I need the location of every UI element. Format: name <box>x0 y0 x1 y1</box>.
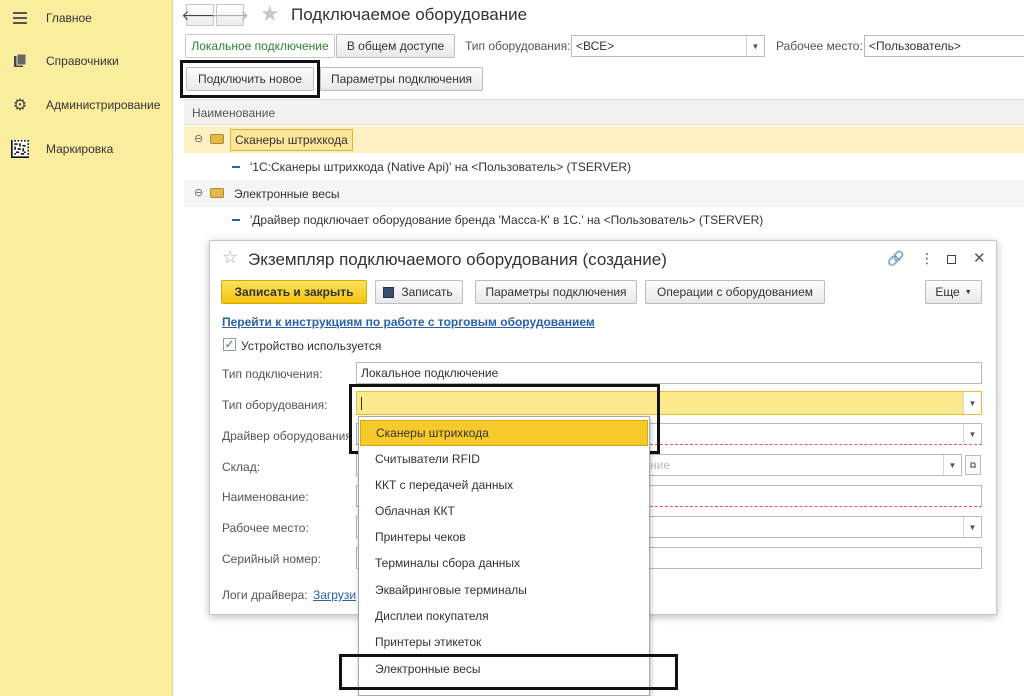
device-used-label: Устройство используется <box>241 339 382 353</box>
text-cursor <box>361 396 362 410</box>
chevron-down-icon[interactable]: ▼ <box>963 517 981 537</box>
connection-type-value: Локальное подключение <box>361 366 499 380</box>
dropdown-option[interactable]: Эквайринговые терминалы <box>360 577 648 603</box>
driver-logs-link[interactable]: Загрузи <box>313 588 356 602</box>
connection-type-label: Тип подключения: <box>222 367 323 381</box>
close-icon[interactable]: ✕ <box>973 249 986 267</box>
more-vertical-icon[interactable]: ⋮ <box>920 250 934 267</box>
dropdown-option[interactable]: Облачная ККТ <box>360 498 648 524</box>
equipment-type-filter[interactable]: <ВСЕ> ▼ <box>571 35 765 57</box>
dropdown-option[interactable]: Дисплеи покупателя <box>360 603 648 629</box>
list-item[interactable]: 'Драйвер подключает оборудование бренда … <box>184 207 1024 233</box>
sidebar-item-label: Маркировка <box>46 142 114 156</box>
connect-new-button[interactable]: Подключить новое <box>186 67 314 91</box>
floppy-icon <box>383 287 394 298</box>
sidebar-item-label: Главное <box>46 11 92 25</box>
equipment-type-filter-value: <ВСЕ> <box>576 39 615 53</box>
list-item[interactable]: '1С:Сканеры штрихкода (Native Api)' на <… <box>184 154 1024 180</box>
tab-local-connection[interactable]: Локальное подключение <box>185 34 335 58</box>
group-name: Электронные весы <box>234 187 340 201</box>
link-icon[interactable]: 🔗 <box>887 250 904 267</box>
tab-shared[interactable]: В общем доступе <box>336 34 455 58</box>
dropdown-option[interactable]: Принтеры этикеток <box>360 629 648 655</box>
dropdown-option[interactable]: Считыватели RFID <box>360 446 648 472</box>
page-title: Подключаемое оборудование <box>291 5 528 24</box>
sidebar-item-administration[interactable]: ⚙ Администрирование <box>0 91 173 119</box>
workplace-filter[interactable]: <Пользователь> <box>864 35 1024 57</box>
collapse-icon[interactable]: ⊖ <box>194 132 203 145</box>
dropdown-option[interactable]: Сканеры штрихкода <box>360 420 648 446</box>
maximize-icon[interactable] <box>947 255 956 264</box>
dropdown-option[interactable]: Электронные весы <box>360 656 648 682</box>
equipment-type-field-label: Тип оборудования: <box>222 398 328 412</box>
favorite-star-outline-icon[interactable]: ☆ <box>222 247 238 268</box>
connection-params-button[interactable]: Параметры подключения <box>320 67 483 91</box>
list-group-row[interactable]: ⊖ Электронные весы <box>184 180 1024 207</box>
save-button-label: Записать <box>401 285 453 299</box>
open-icon[interactable]: ⧉ <box>965 455 981 475</box>
instructions-link[interactable]: Перейти к инструкциям по работе с торгов… <box>222 315 595 329</box>
workplace-filter-value: <Пользователь> <box>869 39 961 53</box>
group-name: Сканеры штрихкода <box>230 129 353 151</box>
back-button[interactable]: 🡐 <box>181 4 219 26</box>
chevron-down-icon[interactable]: ▼ <box>963 424 981 444</box>
connection-type-field[interactable]: Локальное подключение <box>356 362 982 384</box>
name-label: Наименование: <box>222 490 309 504</box>
folder-icon <box>210 134 224 144</box>
device-used-checkbox[interactable]: ✓ <box>223 338 236 351</box>
dropdown-option[interactable]: Принтеры чеков <box>360 524 648 550</box>
sidebar-item-marking[interactable]: Маркировка <box>0 135 173 163</box>
list-item-text: '1С:Сканеры штрихкода (Native Api)' на <… <box>250 160 632 174</box>
workplace-filter-label: Рабочее место: <box>776 39 863 53</box>
chevron-down-icon: ▼ <box>964 288 972 296</box>
workplace-label: Рабочее место: <box>222 521 309 535</box>
connection-params-dialog-button[interactable]: Параметры подключения <box>475 280 637 304</box>
menu-icon <box>11 9 29 27</box>
serial-number-label: Серийный номер: <box>222 552 321 566</box>
dialog-title: Экземпляр подключаемого оборудования (со… <box>248 250 667 269</box>
chevron-down-icon[interactable]: ▼ <box>963 392 981 414</box>
more-actions-button[interactable]: Еще ▼ <box>925 280 982 304</box>
forward-button[interactable]: 🡒 <box>211 4 249 26</box>
sidebar-item-label: Справочники <box>46 54 119 68</box>
warehouse-label: Склад: <box>222 460 261 474</box>
driver-logs-label: Логи драйвера: <box>222 588 308 602</box>
driver-label: Драйвер оборудования <box>222 429 352 443</box>
save-and-close-button[interactable]: Записать и закрыть <box>221 280 367 304</box>
chevron-down-icon[interactable]: ▼ <box>746 36 764 56</box>
sidebar-item-references[interactable]: Справочники <box>0 47 173 75</box>
books-icon <box>11 52 29 70</box>
dropdown-option[interactable]: Терминалы сбора данных <box>360 550 648 576</box>
equipment-type-dropdown: Сканеры штрихкода Считыватели RFID ККТ с… <box>358 416 650 696</box>
save-button[interactable]: Записать <box>375 280 463 304</box>
sidebar: Главное Справочники ⚙ Администрирование … <box>0 0 173 696</box>
equipment-type-input[interactable]: ▼ <box>356 391 982 415</box>
arrow-right-icon: 🡒 <box>211 6 249 23</box>
column-header-name[interactable]: Наименование <box>192 106 275 120</box>
dropdown-option[interactable]: ККТ с передачей данных <box>360 472 648 498</box>
warehouse-placeholder: ние <box>650 458 671 472</box>
datamatrix-icon <box>11 140 29 158</box>
chevron-down-icon[interactable]: ▼ <box>943 455 961 475</box>
favorite-star-icon[interactable]: ★ <box>260 1 280 27</box>
list-header: Наименование <box>184 99 1024 125</box>
equipment-type-label: Тип оборудования: <box>465 39 571 53</box>
collapse-icon[interactable]: ⊖ <box>194 186 203 199</box>
list-item-text: 'Драйвер подключает оборудование бренда … <box>250 213 764 227</box>
equipment-operations-button[interactable]: Операции с оборудованием <box>645 280 825 304</box>
list-group-row[interactable]: ⊖ Сканеры штрихкода <box>184 126 1024 153</box>
more-actions-label: Еще <box>935 285 960 299</box>
folder-icon <box>210 188 224 198</box>
sidebar-item-main[interactable]: Главное <box>0 4 173 32</box>
gear-icon: ⚙ <box>12 97 28 114</box>
sidebar-item-label: Администрирование <box>46 98 161 112</box>
item-dash-icon <box>232 219 240 221</box>
item-dash-icon <box>232 166 240 168</box>
